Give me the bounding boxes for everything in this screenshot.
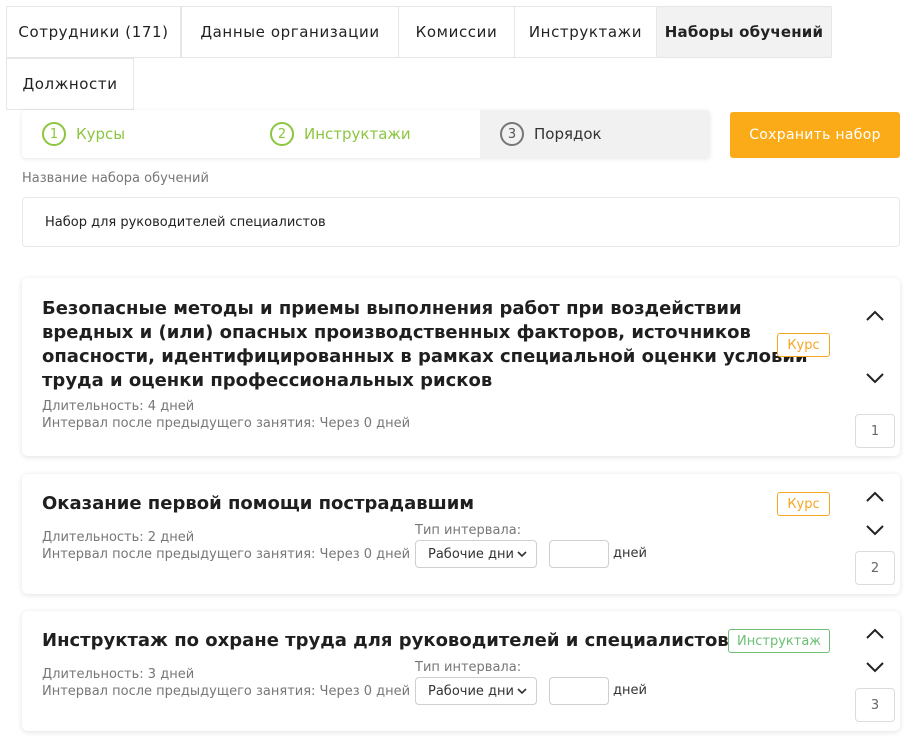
move-up-button[interactable] xyxy=(863,307,887,325)
duration-text: Длительность: 3 дней xyxy=(42,667,195,682)
tab-organization-data[interactable]: Данные организации xyxy=(181,6,399,58)
chevron-up-icon xyxy=(866,628,884,639)
move-down-button[interactable] xyxy=(863,658,887,676)
training-item-meta: Длительность: 3 дней Интервал после пред… xyxy=(42,666,410,700)
chevron-up-icon xyxy=(866,310,884,321)
tab-positions[interactable]: Должности xyxy=(6,58,134,110)
order-number: 2 xyxy=(855,551,895,585)
type-badge: Курс xyxy=(777,333,830,357)
move-down-button[interactable] xyxy=(863,369,887,387)
type-badge: Инструктаж xyxy=(728,629,830,653)
interval-days-input[interactable] xyxy=(549,677,609,705)
training-item-meta: Длительность: 4 дней Интервал после пред… xyxy=(42,398,410,432)
order-number: 1 xyxy=(855,414,895,448)
days-unit-label: дней xyxy=(613,683,647,698)
interval-type-value: Рабочие дни xyxy=(428,683,514,699)
tab-employees[interactable]: Сотрудники (171) xyxy=(6,6,181,58)
step-label: Порядок xyxy=(534,125,602,143)
chevron-down-icon xyxy=(866,662,884,673)
step-number: 1 xyxy=(42,122,66,146)
interval-text: Интервал после предыдущего занятия: Чере… xyxy=(42,684,411,699)
tab-briefings[interactable]: Инструктажи xyxy=(514,6,657,58)
interval-type-select[interactable]: Рабочие дни xyxy=(415,677,537,705)
days-unit-label: дней xyxy=(613,546,647,561)
tab-training-sets[interactable]: Наборы обучений xyxy=(656,6,832,58)
training-item-title: Безопасные методы и приемы выполнения ра… xyxy=(42,297,808,393)
step-order[interactable]: 3 Порядок xyxy=(480,110,710,158)
step-label: Курсы xyxy=(76,125,126,143)
title-line: Безопасные методы и приемы выполнения ра… xyxy=(42,298,742,319)
order-number: 3 xyxy=(855,688,895,722)
interval-type-label: Тип интервала: xyxy=(415,523,522,538)
interval-type-select[interactable]: Рабочие дни xyxy=(415,540,537,568)
set-name-input[interactable]: Набор для руководителей специалистов xyxy=(22,197,900,247)
training-item-title: Инструктаж по охране труда для руководит… xyxy=(42,630,729,651)
move-up-button[interactable] xyxy=(863,488,887,506)
chevron-up-icon xyxy=(866,491,884,502)
training-item-meta: Длительность: 2 дней Интервал после пред… xyxy=(42,529,410,563)
move-down-button[interactable] xyxy=(863,521,887,539)
interval-type-value: Рабочие дни xyxy=(428,546,514,562)
select-caret-icon xyxy=(517,688,527,695)
title-line: опасности, идентифицированных в рамках с… xyxy=(42,346,808,367)
select-caret-icon xyxy=(517,551,527,558)
training-item-title: Оказание первой помощи пострадавшим xyxy=(42,493,475,514)
type-badge: Курс xyxy=(777,492,830,516)
training-item-card: Инструктаж по охране труда для руководит… xyxy=(22,611,900,731)
set-name-label: Название набора обучений xyxy=(22,171,209,186)
save-set-button[interactable]: Сохранить набор xyxy=(730,112,900,158)
tab-commissions[interactable]: Комиссии xyxy=(398,6,515,58)
training-item-card: Безопасные методы и приемы выполнения ра… xyxy=(22,278,900,456)
interval-text: Интервал после предыдущего занятия: Чере… xyxy=(42,416,411,431)
wizard-stepper: 1 Курсы 2 Инструктажи 3 Порядок xyxy=(22,110,710,158)
step-label: Инструктажи xyxy=(304,125,411,143)
chevron-down-icon xyxy=(866,525,884,536)
interval-text: Интервал после предыдущего занятия: Чере… xyxy=(42,547,411,562)
interval-type-label: Тип интервала: xyxy=(415,660,522,675)
interval-days-input[interactable] xyxy=(549,540,609,568)
title-line: вредных и (или) опасных производственных… xyxy=(42,322,751,343)
chevron-down-icon xyxy=(866,373,884,384)
step-number: 2 xyxy=(270,122,294,146)
duration-text: Длительность: 2 дней xyxy=(42,530,195,545)
training-item-card: Оказание первой помощи пострадавшим Длит… xyxy=(22,474,900,594)
move-up-button[interactable] xyxy=(863,625,887,643)
step-courses[interactable]: 1 Курсы xyxy=(42,110,262,158)
duration-text: Длительность: 4 дней xyxy=(42,399,195,414)
title-line: труда и оценки профессиональных рисков xyxy=(42,370,493,391)
step-number: 3 xyxy=(500,122,524,146)
step-briefings[interactable]: 2 Инструктажи xyxy=(270,110,480,158)
